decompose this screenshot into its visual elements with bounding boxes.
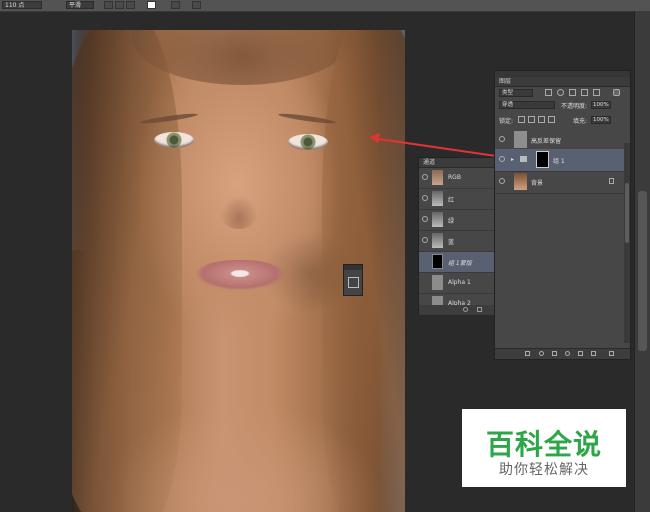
layers-tab[interactable]: 图层 [495,77,630,87]
visibility-eye-icon[interactable] [499,136,505,142]
channel-row-green[interactable]: 绿 [419,210,494,231]
add-mask-icon[interactable] [552,351,557,356]
link-layers-icon[interactable] [525,351,530,356]
opacity-input[interactable]: 100% [591,101,611,109]
channel-label: 组 1蒙版 [448,260,472,267]
layer-thumbnail [514,131,527,148]
visibility-eye-icon[interactable] [422,195,428,201]
dock-grip[interactable] [344,265,362,270]
channels-tab[interactable]: 通道 [419,158,494,168]
lock-icon [609,178,614,184]
watermark-subtitle: 助你轻松解决 [499,462,589,478]
layer-name: 背景 [531,180,544,187]
channel-thumbnail [432,233,443,248]
channels-panel: 通道 RGB 红 绿 蓝 组 1蒙版 Alpha 1 Alpha 2 [418,157,495,315]
channel-label: 绿 [448,218,455,225]
filter-pixel-icon[interactable] [545,89,552,96]
channel-thumbnail [432,275,443,290]
layers-scrollbar[interactable] [624,143,630,343]
channel-row-red[interactable]: 红 [419,189,494,210]
filter-adjustment-icon[interactable] [557,89,564,96]
watermark-title: 百科全说 [485,428,602,461]
expand-arrow-icon[interactable]: ▸ [511,156,514,163]
layer-row-group-1[interactable]: ▸ 组 1 [495,149,624,172]
save-selection-icon[interactable] [477,307,482,312]
channel-thumbnail [432,254,443,269]
layer-style-icon[interactable] [539,351,544,356]
visibility-eye-icon[interactable] [422,237,428,243]
lock-row: 锁定: 填充: 100% [495,115,630,126]
blend-mode-select[interactable]: 穿透 [499,101,555,109]
filter-type-icon[interactable] [569,89,576,96]
fill-label: 填充: [573,118,588,125]
channel-row-alpha1[interactable]: Alpha 1 [419,273,494,294]
channel-thumbnail [432,170,443,185]
layer-name: 组 1 [553,158,565,165]
visibility-eye-icon[interactable] [499,178,505,184]
load-selection-icon[interactable] [463,307,468,312]
annotation-arrow [371,137,511,159]
layers-panel: 图层 类型 穿透 不透明度: 100% 锁定: 填充: 100% 高反差保留 ▸… [494,70,631,360]
filter-row: 类型 [495,88,630,99]
channel-thumbnail [432,212,443,227]
visibility-eye-icon[interactable] [422,216,428,222]
channel-label: Alpha 1 [448,279,471,286]
new-layer-icon[interactable] [591,351,596,356]
layer-thumbnail [514,173,527,190]
channel-thumbnail [432,191,443,206]
fill-input[interactable]: 100% [591,116,611,124]
delete-layer-icon[interactable] [609,351,614,356]
channel-row-group-mask[interactable]: 组 1蒙版 [419,252,494,273]
channel-label: 蓝 [448,239,455,246]
lock-all-icon[interactable] [548,116,555,123]
lock-label: 锁定: [499,118,514,125]
layers-scrollbar-thumb[interactable] [625,183,629,243]
filter-toggle-icon[interactable] [613,89,620,96]
layer-mask-thumbnail[interactable] [536,151,549,168]
adjustment-layer-icon[interactable] [565,351,570,356]
filter-shape-icon[interactable] [581,89,588,96]
layer-row-background[interactable]: 背景 [495,171,624,194]
filter-kind-select[interactable]: 类型 [499,89,533,97]
visibility-eye-icon[interactable] [499,156,505,162]
layers-footer [495,348,630,359]
lock-transparent-icon[interactable] [518,116,525,123]
channel-row-rgb[interactable]: RGB [419,168,494,189]
channel-label: RGB [448,174,461,181]
collapsed-panel-dock[interactable] [343,264,363,296]
lock-image-icon[interactable] [528,116,535,123]
channel-row-blue[interactable]: 蓝 [419,231,494,252]
lock-position-icon[interactable] [538,116,545,123]
watermark: 百科全说 助你轻松解决 [462,409,626,487]
filter-smart-object-icon[interactable] [593,89,600,96]
annotation-arrowhead [369,133,380,143]
blend-row: 穿透 不透明度: 100% [495,100,630,111]
layer-name: 高反差保留 [531,138,562,145]
channel-label: 红 [448,197,455,204]
opacity-label: 不透明度: [561,103,588,110]
panel-icon[interactable] [348,277,359,288]
channels-footer [419,305,494,314]
new-group-icon[interactable] [578,351,583,356]
visibility-eye-icon[interactable] [422,174,428,180]
folder-icon [520,156,527,162]
